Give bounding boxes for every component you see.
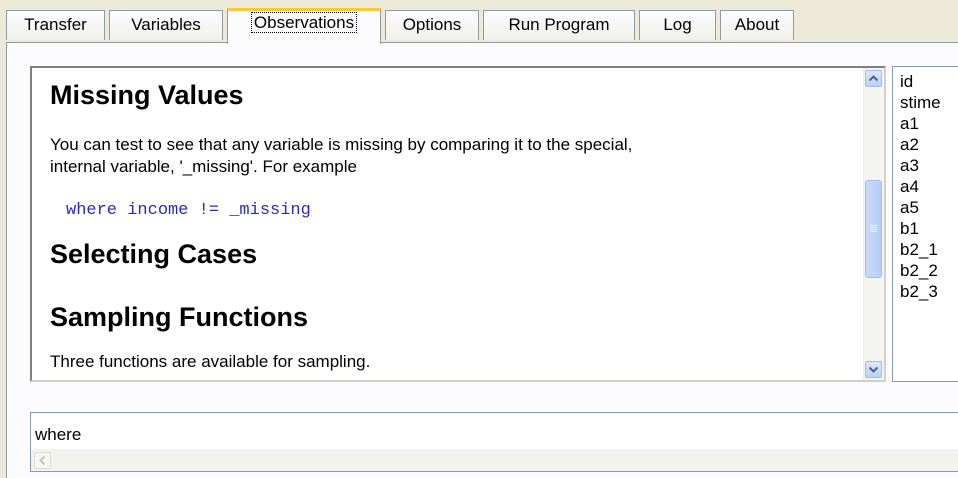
tab-about[interactable]: About	[720, 10, 794, 40]
tab-label: Run Program	[508, 15, 610, 34]
tab-label: Variables	[131, 15, 201, 34]
heading-missing-values: Missing Values	[50, 80, 244, 110]
tab-transfer[interactable]: Transfer	[6, 10, 105, 40]
heading-selecting-cases: Selecting Cases	[50, 239, 258, 269]
variable-item-stime[interactable]: stime	[900, 92, 941, 113]
tab-observations[interactable]: Observations	[227, 8, 381, 44]
help-content: Missing Values You can test to see that …	[32, 68, 856, 380]
variable-item-b2-1[interactable]: b2_1	[900, 239, 938, 260]
variable-item-b2-3[interactable]: b2_3	[900, 281, 938, 302]
variable-item-a3[interactable]: a3	[900, 155, 919, 176]
variable-item-b1[interactable]: b1	[900, 218, 919, 239]
help-vertical-scrollbar[interactable]	[863, 68, 884, 380]
missing-values-text-line-1: You can test to see that any variable is…	[50, 135, 633, 154]
heading-sampling-functions: Sampling Functions	[50, 302, 309, 332]
scroll-up-icon[interactable]	[865, 70, 882, 87]
tab-label: Observations	[250, 12, 358, 33]
variable-item-id[interactable]: id	[900, 71, 913, 92]
tab-bar: Transfer Variables Observations Options …	[6, 8, 958, 44]
code-example: where income != _missing	[66, 201, 311, 220]
tab-options[interactable]: Options	[385, 10, 479, 40]
scroll-left-icon[interactable]	[34, 452, 51, 469]
command-input[interactable]: where	[30, 412, 958, 472]
variable-item-a5[interactable]: a5	[900, 197, 919, 218]
sampling-text: Three functions are available for sampli…	[50, 352, 371, 371]
variable-item-b2-2[interactable]: b2_2	[900, 260, 938, 281]
missing-values-text-line-2: internal variable, '_missing'. For examp…	[50, 157, 357, 176]
command-horizontal-scrollbar[interactable]	[31, 449, 958, 471]
tab-label: Log	[663, 15, 692, 34]
tab-label: Transfer	[24, 15, 87, 34]
help-viewer[interactable]: Missing Values You can test to see that …	[30, 66, 886, 382]
variable-list[interactable]: id stime a1 a2 a3 a4 a5 b1 b2_1 b2_2 b2_…	[892, 66, 958, 382]
variable-item-a2[interactable]: a2	[900, 134, 919, 155]
tab-label: About	[734, 15, 780, 34]
scroll-down-icon[interactable]	[865, 361, 882, 378]
variable-item-a4[interactable]: a4	[900, 176, 919, 197]
tab-variables[interactable]: Variables	[109, 10, 223, 40]
variable-item-a1[interactable]: a1	[900, 113, 919, 134]
tab-label: Options	[402, 15, 462, 34]
tab-log[interactable]: Log	[639, 10, 716, 40]
scroll-thumb[interactable]	[865, 180, 882, 278]
command-text[interactable]: where	[35, 425, 81, 445]
tab-run-program[interactable]: Run Program	[483, 10, 635, 40]
